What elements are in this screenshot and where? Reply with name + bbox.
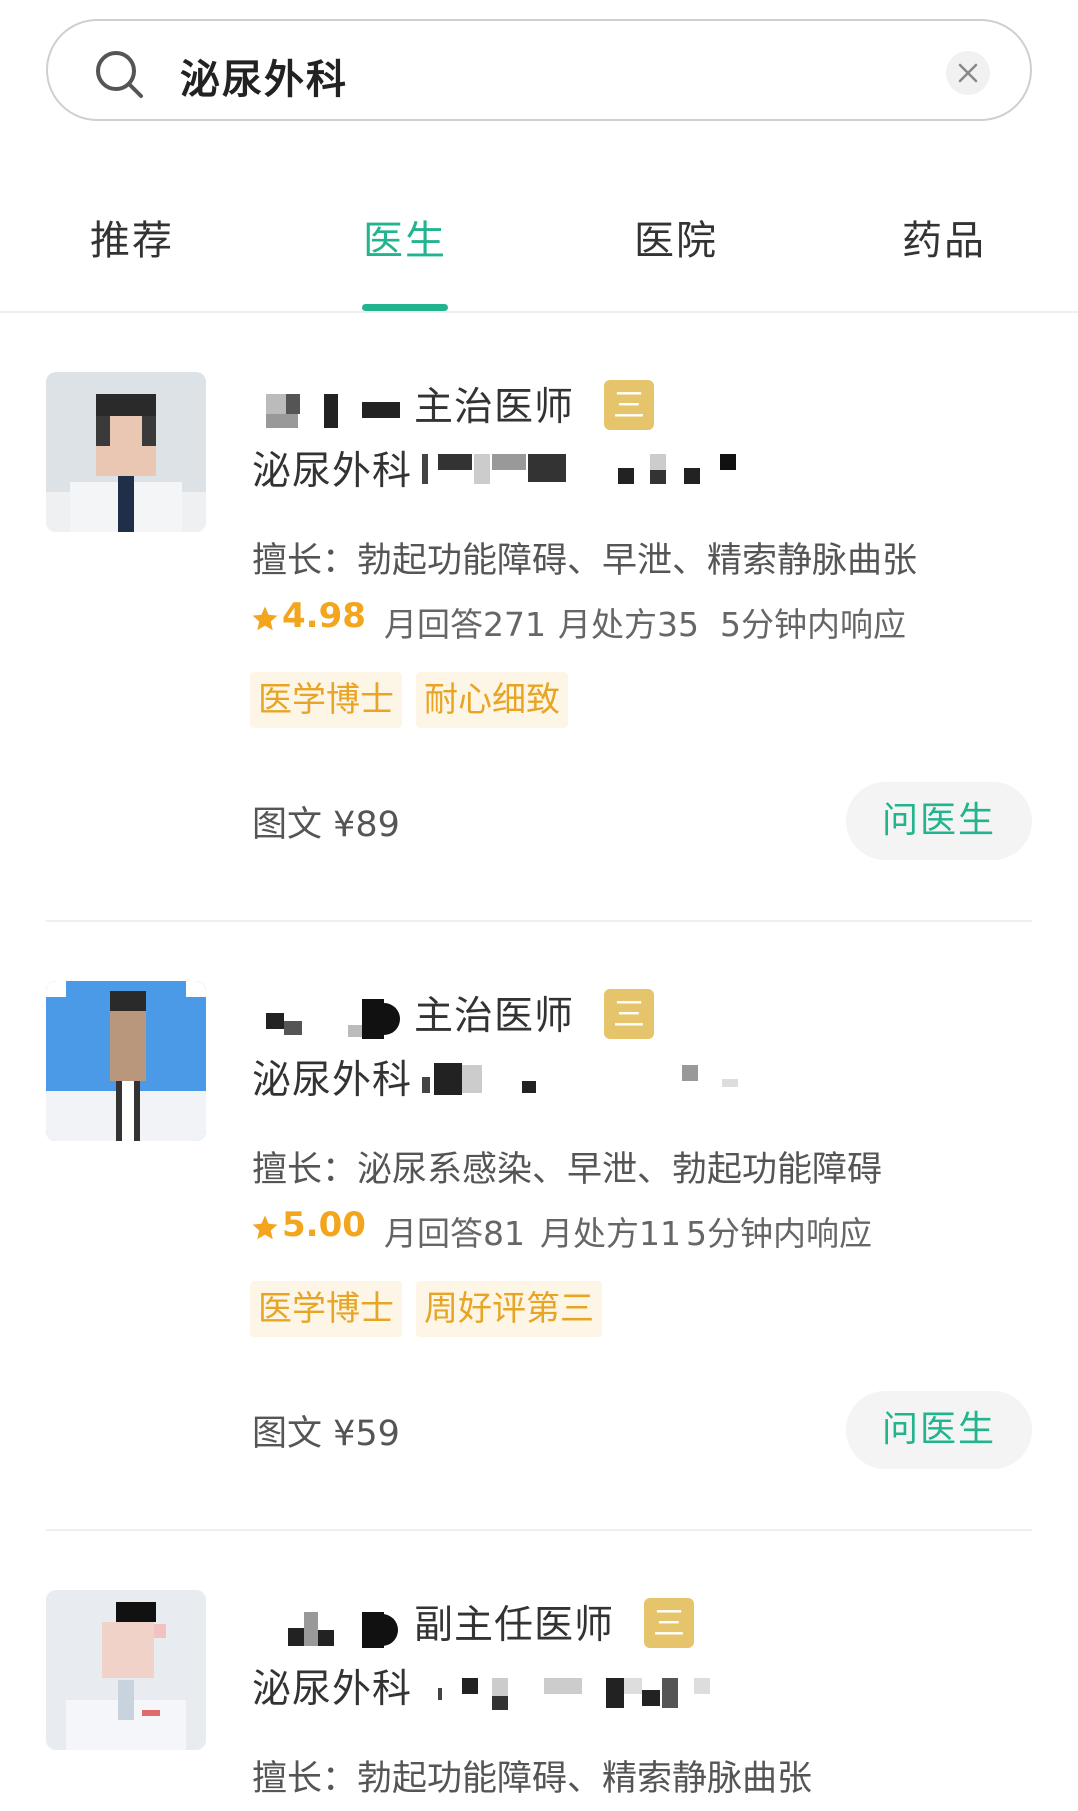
search-input[interactable]: 泌尿外科: [180, 47, 348, 105]
hospital-mosaic: [438, 1678, 710, 1710]
monthly-answers: 月回答271: [384, 605, 546, 644]
ask-doctor-button[interactable]: 问医生: [846, 782, 1032, 860]
doctor-card[interactable]: 主治医师 三甲 泌尿外科 擅长：勃起功能障碍、早泄、精索静脉曲张 4.98 月回…: [0, 372, 1078, 980]
hospital-level-badge: 三甲: [604, 989, 655, 1083]
tab-recommend[interactable]: 推荐: [42, 208, 222, 266]
doctor-department: 泌尿外科: [252, 1058, 413, 1103]
tabs-divider: [0, 311, 1078, 313]
doctor-avatar: [46, 372, 206, 532]
consult-price: 图文 ¥89: [252, 805, 400, 845]
response-time: 5分钟内响应: [720, 605, 906, 644]
hospital-mosaic: [422, 1063, 738, 1095]
name-mosaic: [266, 999, 400, 1039]
doctor-rating: 5.00: [282, 1205, 366, 1245]
doctor-specialty: 擅长：勃起功能障碍、早泄、精索静脉曲张: [252, 541, 918, 581]
name-mosaic: [266, 394, 400, 428]
ask-doctor-button[interactable]: 问医生: [846, 1391, 1032, 1469]
tab-doctors[interactable]: 医生: [315, 208, 495, 266]
doctor-title: 主治医师: [414, 994, 575, 1039]
doctor-department: 泌尿外科: [252, 449, 413, 494]
doctor-card[interactable]: 主治医师 三甲 泌尿外科 擅长：泌尿系感染、早泄、勃起功能障碍 5.00 月回答…: [0, 981, 1078, 1589]
doctor-tag: 周好评第三: [416, 1281, 602, 1337]
hospital-level-badge: 三甲: [604, 380, 655, 474]
doctor-specialty: 擅长：泌尿系感染、早泄、勃起功能障碍: [252, 1150, 883, 1190]
tab-hospitals[interactable]: 医院: [586, 208, 766, 266]
card-divider: [46, 1529, 1032, 1531]
close-icon: [958, 63, 978, 83]
active-tab-indicator: [362, 304, 448, 311]
doctor-tag: 医学博士: [250, 672, 402, 728]
doctor-rating: 4.98: [282, 596, 366, 636]
star-icon: [252, 1215, 278, 1240]
doctor-avatar: [46, 1590, 206, 1750]
doctor-title: 主治医师: [414, 385, 575, 430]
doctor-card[interactable]: 副主任医师 三甲 泌尿外科 擅长：勃起功能障碍、精索静脉曲张: [0, 1590, 1078, 1811]
doctor-tag: 医学博士: [250, 1281, 402, 1337]
monthly-answers: 月回答81: [384, 1214, 525, 1253]
search-bar[interactable]: 泌尿外科: [46, 19, 1032, 121]
consult-price: 图文 ¥59: [252, 1414, 400, 1454]
tab-medicines[interactable]: 药品: [854, 208, 1034, 266]
doctor-department: 泌尿外科: [252, 1667, 413, 1712]
clear-search-button[interactable]: [946, 51, 990, 95]
star-icon: [252, 606, 278, 631]
hospital-mosaic: [422, 454, 736, 484]
doctor-title: 副主任医师: [414, 1603, 615, 1648]
doctor-tag: 耐心细致: [416, 672, 568, 728]
response-time: 5分钟内响应: [686, 1214, 872, 1253]
doctor-specialty: 擅长：勃起功能障碍、精索静脉曲张: [252, 1759, 813, 1799]
monthly-prescriptions: 月处方35: [558, 605, 699, 644]
category-tabs: 推荐 医生 医院 药品: [0, 180, 1078, 312]
hospital-level-badge: 三甲: [644, 1598, 695, 1692]
monthly-prescriptions: 月处方11: [540, 1214, 681, 1253]
doctor-avatar: [46, 981, 206, 1141]
card-divider: [46, 920, 1032, 922]
name-mosaic: [288, 1612, 398, 1648]
search-icon: [96, 51, 143, 98]
